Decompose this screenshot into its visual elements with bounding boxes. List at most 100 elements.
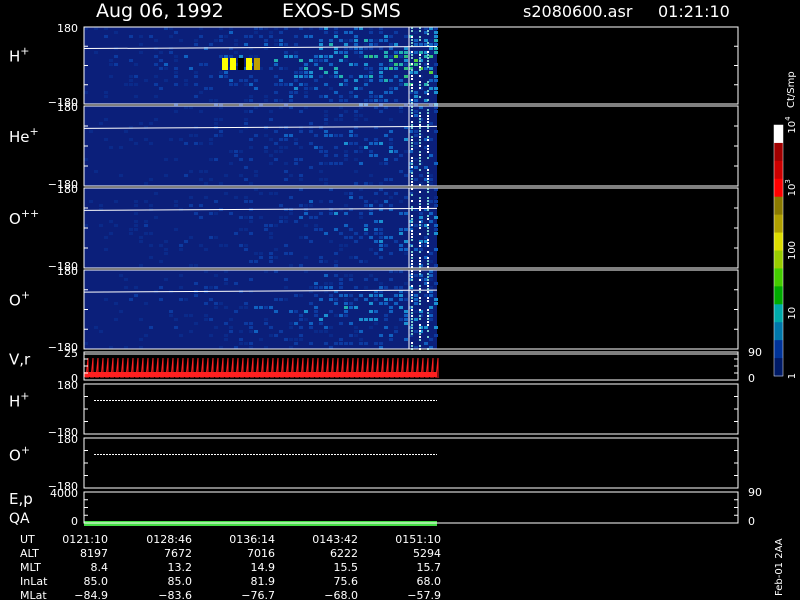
spectrogram-cell bbox=[234, 39, 238, 42]
spectrogram-cell bbox=[434, 91, 438, 94]
spectrogram-cell bbox=[219, 71, 223, 74]
spectrogram-band bbox=[427, 30, 429, 32]
spectrogram-cell bbox=[324, 134, 328, 137]
colorbar-step bbox=[774, 142, 783, 162]
spectrogram-cell bbox=[174, 55, 178, 58]
spectrogram-band bbox=[419, 36, 421, 38]
spectrogram-cell bbox=[404, 51, 408, 54]
spectrogram-band bbox=[419, 224, 421, 226]
spectrogram-cell bbox=[384, 244, 388, 247]
spectrogram-cell bbox=[389, 150, 393, 153]
spectrogram-cell bbox=[339, 51, 343, 54]
spectrogram-cell bbox=[169, 51, 173, 54]
spectrogram-cell bbox=[364, 204, 368, 207]
spectrogram-cell bbox=[134, 142, 138, 145]
spectrogram-cell bbox=[394, 99, 398, 102]
spectrogram-band bbox=[427, 257, 429, 259]
spectrogram-cell bbox=[369, 302, 373, 305]
spectrogram-cell bbox=[404, 196, 408, 199]
spectrogram-cell bbox=[389, 252, 393, 255]
spectrogram-band bbox=[427, 124, 429, 126]
spectrogram-cell bbox=[324, 342, 328, 345]
colorbar-unit: Ct/Smp bbox=[786, 71, 797, 108]
spectrogram-cell bbox=[194, 71, 198, 74]
spectrogram-cell bbox=[294, 35, 298, 38]
spectrogram-cell bbox=[434, 302, 438, 305]
spectrogram-cell bbox=[369, 204, 373, 207]
spectrogram-cell bbox=[364, 182, 368, 185]
spectrogram-cell bbox=[389, 43, 393, 46]
spectrogram-cell bbox=[429, 87, 433, 90]
spectrogram-cell bbox=[334, 162, 338, 165]
right-top-label: 90 bbox=[748, 486, 762, 499]
spectrogram-band bbox=[427, 42, 429, 44]
spectrogram-cell bbox=[314, 306, 318, 309]
spectrogram-cell bbox=[239, 150, 243, 153]
spectrogram-cell bbox=[249, 55, 253, 58]
spectrogram-cell bbox=[189, 264, 193, 267]
xaxis-value: 0128:46 bbox=[146, 533, 192, 546]
spectrogram-cell bbox=[169, 310, 173, 313]
spectrogram-band bbox=[427, 51, 429, 53]
spectrogram-cell bbox=[299, 216, 303, 219]
spectrogram-cell bbox=[379, 220, 383, 223]
spectrogram-cell bbox=[414, 130, 418, 133]
spectrogram-cell bbox=[369, 43, 373, 46]
spectrogram-cell bbox=[349, 91, 353, 94]
spectrogram-cell bbox=[414, 274, 418, 277]
spectrogram-cell bbox=[354, 51, 358, 54]
spectrogram-cell bbox=[419, 43, 423, 46]
spectrogram-cell bbox=[384, 298, 388, 301]
spectrogram-band bbox=[427, 206, 429, 208]
spectrogram-cell bbox=[209, 142, 213, 145]
panel-ep: 4000 0 90 0 E,p QA bbox=[9, 486, 762, 528]
spectrogram-cell bbox=[404, 63, 408, 66]
spectrogram-cell bbox=[414, 142, 418, 145]
spectrogram-cell bbox=[389, 79, 393, 82]
spectrogram-cell bbox=[189, 134, 193, 137]
spectrogram-band bbox=[427, 215, 429, 217]
spectrogram-cell bbox=[364, 228, 368, 231]
spectrogram-cell bbox=[144, 138, 148, 141]
spectrogram-cell bbox=[239, 216, 243, 219]
spectrogram-cell bbox=[344, 79, 348, 82]
spectrogram-cell bbox=[349, 31, 353, 34]
spectrogram-cell bbox=[314, 87, 318, 90]
spectrogram-cell bbox=[249, 138, 253, 141]
spectrogram-band bbox=[427, 300, 429, 302]
spectrogram-cell bbox=[324, 182, 328, 185]
spectrogram-cell bbox=[344, 158, 348, 161]
spectrogram-cell bbox=[219, 39, 223, 42]
xaxis-value: −83.6 bbox=[158, 589, 192, 600]
spectrogram-cell bbox=[379, 142, 383, 145]
spectrogram-cell bbox=[354, 35, 358, 38]
spectrogram-cell bbox=[109, 59, 113, 62]
spectrogram-cell bbox=[269, 306, 273, 309]
spectrogram-cell bbox=[344, 204, 348, 207]
spectrogram-cell bbox=[324, 95, 328, 98]
spectrogram-band bbox=[411, 39, 413, 41]
spectrogram-cell bbox=[414, 95, 418, 98]
spectrogram-cell bbox=[324, 83, 328, 86]
spectrogram-cell bbox=[334, 298, 338, 301]
spectrogram-band bbox=[411, 145, 413, 147]
spectrogram-cell bbox=[429, 51, 433, 54]
spectrogram-cell bbox=[139, 43, 143, 46]
spectrogram-cell bbox=[434, 35, 438, 38]
spectrogram-band bbox=[427, 54, 429, 56]
spectrogram-cell bbox=[319, 178, 323, 181]
spectrogram-cell bbox=[249, 200, 253, 203]
spectrogram-cell bbox=[359, 51, 363, 54]
spectrogram-cell bbox=[434, 162, 438, 165]
spectrogram-cell bbox=[399, 228, 403, 231]
xaxis-value: 15.7 bbox=[417, 561, 442, 574]
spectrogram-band bbox=[419, 300, 421, 302]
spectrogram-cell bbox=[159, 244, 163, 247]
spectrogram-cell bbox=[204, 63, 208, 66]
spectrogram-cell bbox=[404, 248, 408, 251]
spectrogram-cell bbox=[414, 178, 418, 181]
spectrogram-cell bbox=[304, 63, 308, 66]
spectrogram-cell bbox=[344, 39, 348, 42]
spectrogram-cell bbox=[264, 134, 268, 137]
spectrogram-band bbox=[411, 306, 413, 308]
